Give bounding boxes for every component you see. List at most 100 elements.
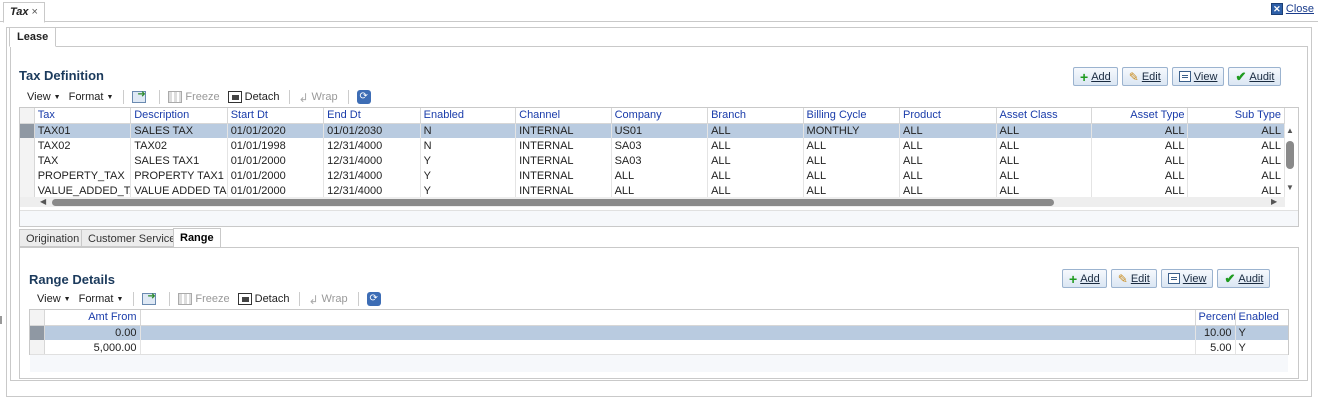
tab-close-icon[interactable]: × xyxy=(32,6,38,18)
row-header[interactable] xyxy=(30,340,45,354)
column-header[interactable]: Sub Type xyxy=(1187,108,1285,124)
table-row[interactable]: PROPERTY_TAX PROPERTY TAX1 01/01/2000 12/31… xyxy=(20,168,1285,183)
wrap-button[interactable]: ↲ Wrap xyxy=(308,293,347,307)
column-header-spacer xyxy=(140,310,1196,326)
table-cell: ALL xyxy=(1091,123,1189,138)
export-icon xyxy=(142,291,157,305)
column-header[interactable]: Asset Type xyxy=(1091,108,1189,124)
table-row[interactable]: TAX01 SALES TAX 01/01/2020 01/01/2030 N INTER… xyxy=(20,123,1285,138)
table-cell: ALL xyxy=(803,183,901,198)
freeze-icon xyxy=(168,91,183,103)
export-button[interactable] xyxy=(132,89,149,103)
view-menu[interactable]: View ▼ xyxy=(37,293,71,305)
table-cell: 01/01/2020 xyxy=(227,123,325,138)
detach-button[interactable]: Detach xyxy=(227,91,279,103)
detach-button[interactable]: Detach xyxy=(237,293,289,305)
tab-customer-service[interactable]: Customer Service xyxy=(81,229,183,247)
range-details-title: Range Details xyxy=(29,272,115,287)
add-button[interactable]: + Add xyxy=(1073,67,1118,86)
column-header-amt-from[interactable]: Amt From xyxy=(44,310,141,326)
column-header[interactable]: Tax xyxy=(34,108,132,124)
refresh-icon: ⟳ xyxy=(356,90,371,104)
toolbar-separator xyxy=(159,90,161,104)
column-header-percent[interactable]: Percent xyxy=(1195,310,1236,326)
table-cell: ALL xyxy=(707,183,804,198)
tab-range[interactable]: Range xyxy=(173,228,221,248)
table-cell: 12/31/4000 xyxy=(323,138,421,153)
close-link[interactable]: Close xyxy=(1286,3,1314,15)
scroll-right-icon[interactable]: ▶ xyxy=(1271,197,1277,206)
row-header[interactable] xyxy=(30,325,45,340)
format-menu[interactable]: Format ▼ xyxy=(69,91,114,103)
freeze-button[interactable]: Freeze xyxy=(168,91,220,103)
checkmark-icon: ✔ xyxy=(1235,68,1247,84)
table-cell: VALUE ADDED TAX1 xyxy=(130,183,228,198)
row-header[interactable] xyxy=(20,138,35,153)
tab-tax[interactable]: Tax × xyxy=(3,2,45,23)
table-cell: TAX02 xyxy=(34,138,132,153)
scroll-up-icon[interactable]: ▲ xyxy=(1286,126,1294,135)
table-cell: ALL xyxy=(996,168,1092,183)
table-row[interactable]: TAX SALES TAX1 01/01/2000 12/31/4000 Y INTERN… xyxy=(20,153,1285,168)
column-header[interactable]: Company xyxy=(611,108,709,124)
scroll-down-icon[interactable]: ▼ xyxy=(1286,183,1294,192)
tab-origination[interactable]: Origination xyxy=(19,229,87,247)
freeze-button[interactable]: Freeze xyxy=(178,293,230,305)
table-cell: ALL xyxy=(996,123,1092,138)
add-button[interactable]: + Add xyxy=(1062,269,1107,288)
table-cell: 01/01/1998 xyxy=(227,138,325,153)
table-cell: SALES TAX xyxy=(130,123,228,138)
refresh-button[interactable]: ⟳ xyxy=(366,292,384,306)
table-cell: ALL xyxy=(899,153,997,168)
close-icon[interactable]: ✕ xyxy=(1270,3,1283,15)
column-header[interactable]: Enabled xyxy=(420,108,517,124)
table-row[interactable]: TAX02 TAX02 01/01/1998 12/31/4000 N INTERNAL S… xyxy=(20,138,1285,153)
table-cell: INTERNAL xyxy=(515,168,612,183)
table-cell: ALL xyxy=(611,183,709,198)
column-header[interactable]: Asset Class xyxy=(996,108,1092,124)
export-button[interactable] xyxy=(142,291,159,305)
row-header[interactable] xyxy=(20,168,35,183)
vertical-scrollbar-thumb[interactable] xyxy=(1286,141,1294,169)
column-header[interactable]: Start Dt xyxy=(227,108,325,124)
view-icon xyxy=(1178,71,1191,82)
table-row[interactable]: 0.00 10.00 Y xyxy=(30,325,1288,340)
column-header[interactable]: Channel xyxy=(515,108,612,124)
scroll-left-icon[interactable]: ◀ xyxy=(40,197,46,206)
close-control[interactable]: ✕ Close xyxy=(1270,3,1314,15)
refresh-button[interactable]: ⟳ xyxy=(356,90,374,104)
audit-button[interactable]: ✔ Audit xyxy=(1228,67,1282,86)
toolbar-separator xyxy=(289,90,291,104)
grid-header-row: Amt From Percent Enabled xyxy=(30,310,1288,326)
column-header[interactable]: End Dt xyxy=(323,108,421,124)
column-header[interactable]: Billing Cycle xyxy=(803,108,901,124)
view-menu[interactable]: View ▼ xyxy=(27,91,61,103)
wrap-button[interactable]: ↲ Wrap xyxy=(298,91,337,105)
edit-button[interactable]: ✎ Edit xyxy=(1121,67,1168,86)
format-menu[interactable]: Format ▼ xyxy=(79,293,124,305)
row-header[interactable] xyxy=(20,123,35,138)
spacer-cell xyxy=(140,340,1196,354)
row-header[interactable] xyxy=(20,183,35,198)
table-row[interactable]: 5,000.00 5.00 Y xyxy=(30,340,1288,354)
horizontal-scrollbar-thumb[interactable] xyxy=(52,199,1054,206)
edit-button[interactable]: ✎ Edit xyxy=(1110,269,1157,288)
column-header[interactable]: Product xyxy=(899,108,997,124)
table-row[interactable]: VALUE_ADDED_TAXVALUE ADDED TAX101/01/200… xyxy=(20,183,1285,198)
table-cell: 12/31/4000 xyxy=(323,183,421,198)
tax-definition-toolbar: View▼ Format▼ Freeze Detach ↲Wrap ⟳ xyxy=(27,88,382,106)
table-cell: INTERNAL xyxy=(515,123,612,138)
column-header[interactable]: Branch xyxy=(707,108,804,124)
column-header-enabled[interactable]: Enabled xyxy=(1235,310,1288,326)
view-button[interactable]: View xyxy=(1171,67,1225,86)
tab-lease[interactable]: Lease xyxy=(9,27,57,47)
table-cell: ALL xyxy=(1187,183,1285,198)
horizontal-scrollbar[interactable]: ◀ xyxy=(20,197,1285,207)
column-header[interactable]: Description xyxy=(130,108,228,124)
audit-button[interactable]: ✔ Audit xyxy=(1217,269,1271,288)
table-cell: US01 xyxy=(611,123,709,138)
row-header[interactable] xyxy=(20,153,35,168)
view-button[interactable]: View xyxy=(1160,269,1214,288)
table-cell: ALL xyxy=(803,138,901,153)
table-cell: SA03 xyxy=(611,153,709,168)
